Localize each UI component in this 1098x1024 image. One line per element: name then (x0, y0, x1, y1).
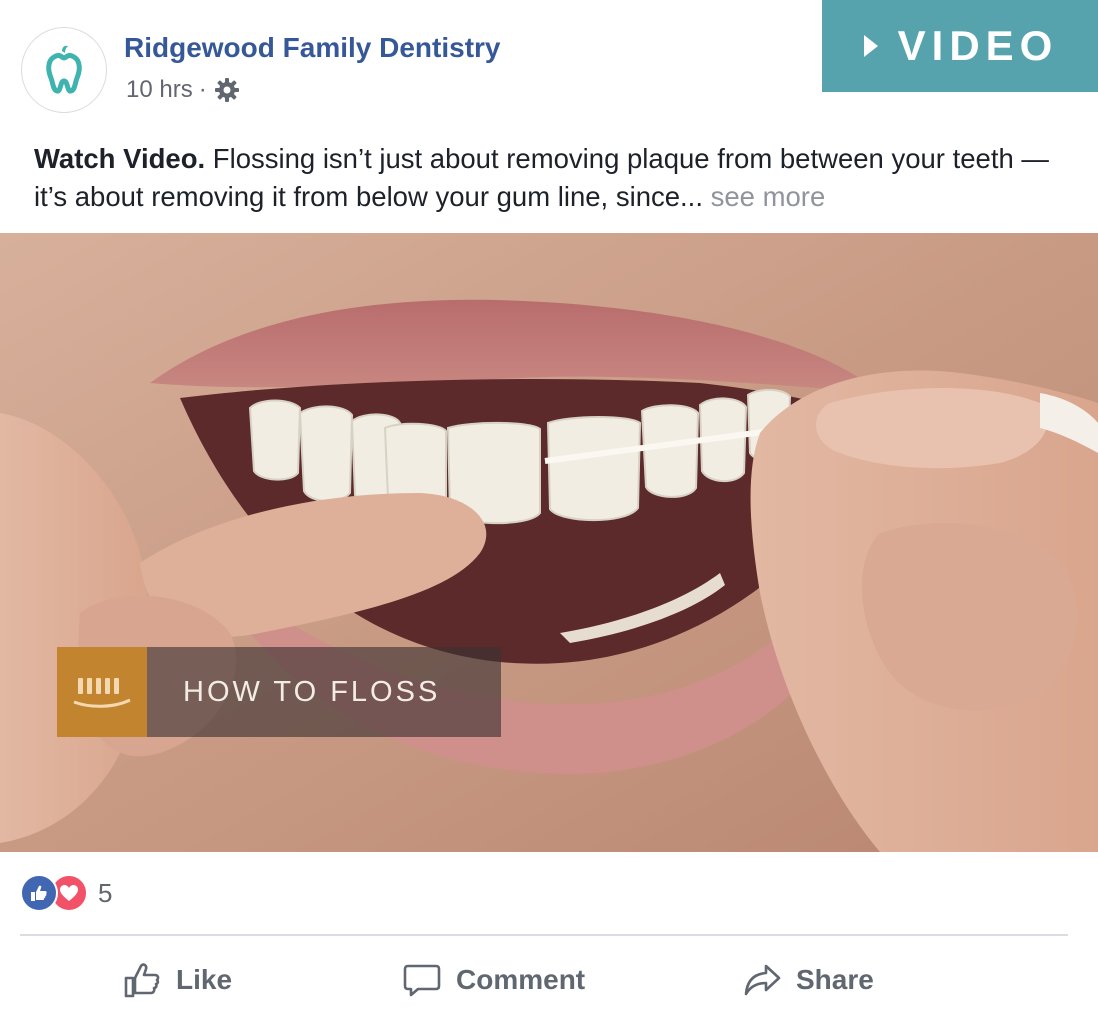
how-to-floss-banner: HOW TO FLOSS (57, 647, 501, 737)
flossing-photo (0, 233, 1098, 852)
video-badge: VIDEO (822, 0, 1098, 92)
actions-divider (20, 934, 1068, 936)
post-header: Ridgewood Family Dentistry 10 hrs · VIDE… (0, 0, 1098, 130)
caption-heading: Watch Video. (34, 143, 206, 174)
share-label: Share (796, 964, 874, 995)
comment-bubble-icon (403, 964, 441, 997)
comment-button[interactable]: Comment (402, 952, 585, 1008)
see-more-link[interactable]: see more (711, 181, 826, 212)
page-name-link[interactable]: Ridgewood Family Dentistry (124, 32, 501, 64)
share-arrow-icon (744, 964, 781, 996)
post-actions-bar: Like Comment Share (0, 952, 1098, 1008)
video-badge-label: VIDEO (897, 22, 1059, 69)
tooth-apple-icon (46, 45, 82, 94)
like-button[interactable]: Like (122, 952, 232, 1008)
toothbrush-logo-icon (57, 647, 147, 737)
meta-separator: · (198, 76, 207, 103)
video-thumbnail[interactable]: HOW TO FLOSS (0, 233, 1098, 852)
how-to-floss-title: HOW TO FLOSS (147, 647, 501, 737)
post-caption: Watch Video. Flossing isn’t just about r… (34, 140, 1064, 216)
gear-icon[interactable] (213, 76, 241, 104)
like-label: Like (176, 964, 233, 995)
share-button[interactable]: Share (742, 952, 874, 1008)
comment-label: Comment (456, 964, 586, 995)
thumbs-up-icon (124, 963, 160, 998)
page-avatar[interactable] (21, 27, 107, 113)
like-icon (20, 874, 58, 912)
reaction-count[interactable]: 5 (98, 878, 112, 909)
reactions-summary[interactable]: 5 (20, 874, 112, 912)
play-triangle-icon (863, 35, 878, 57)
post-timestamp[interactable]: 10 hrs (126, 76, 193, 104)
post-meta: 10 hrs · (126, 76, 241, 104)
